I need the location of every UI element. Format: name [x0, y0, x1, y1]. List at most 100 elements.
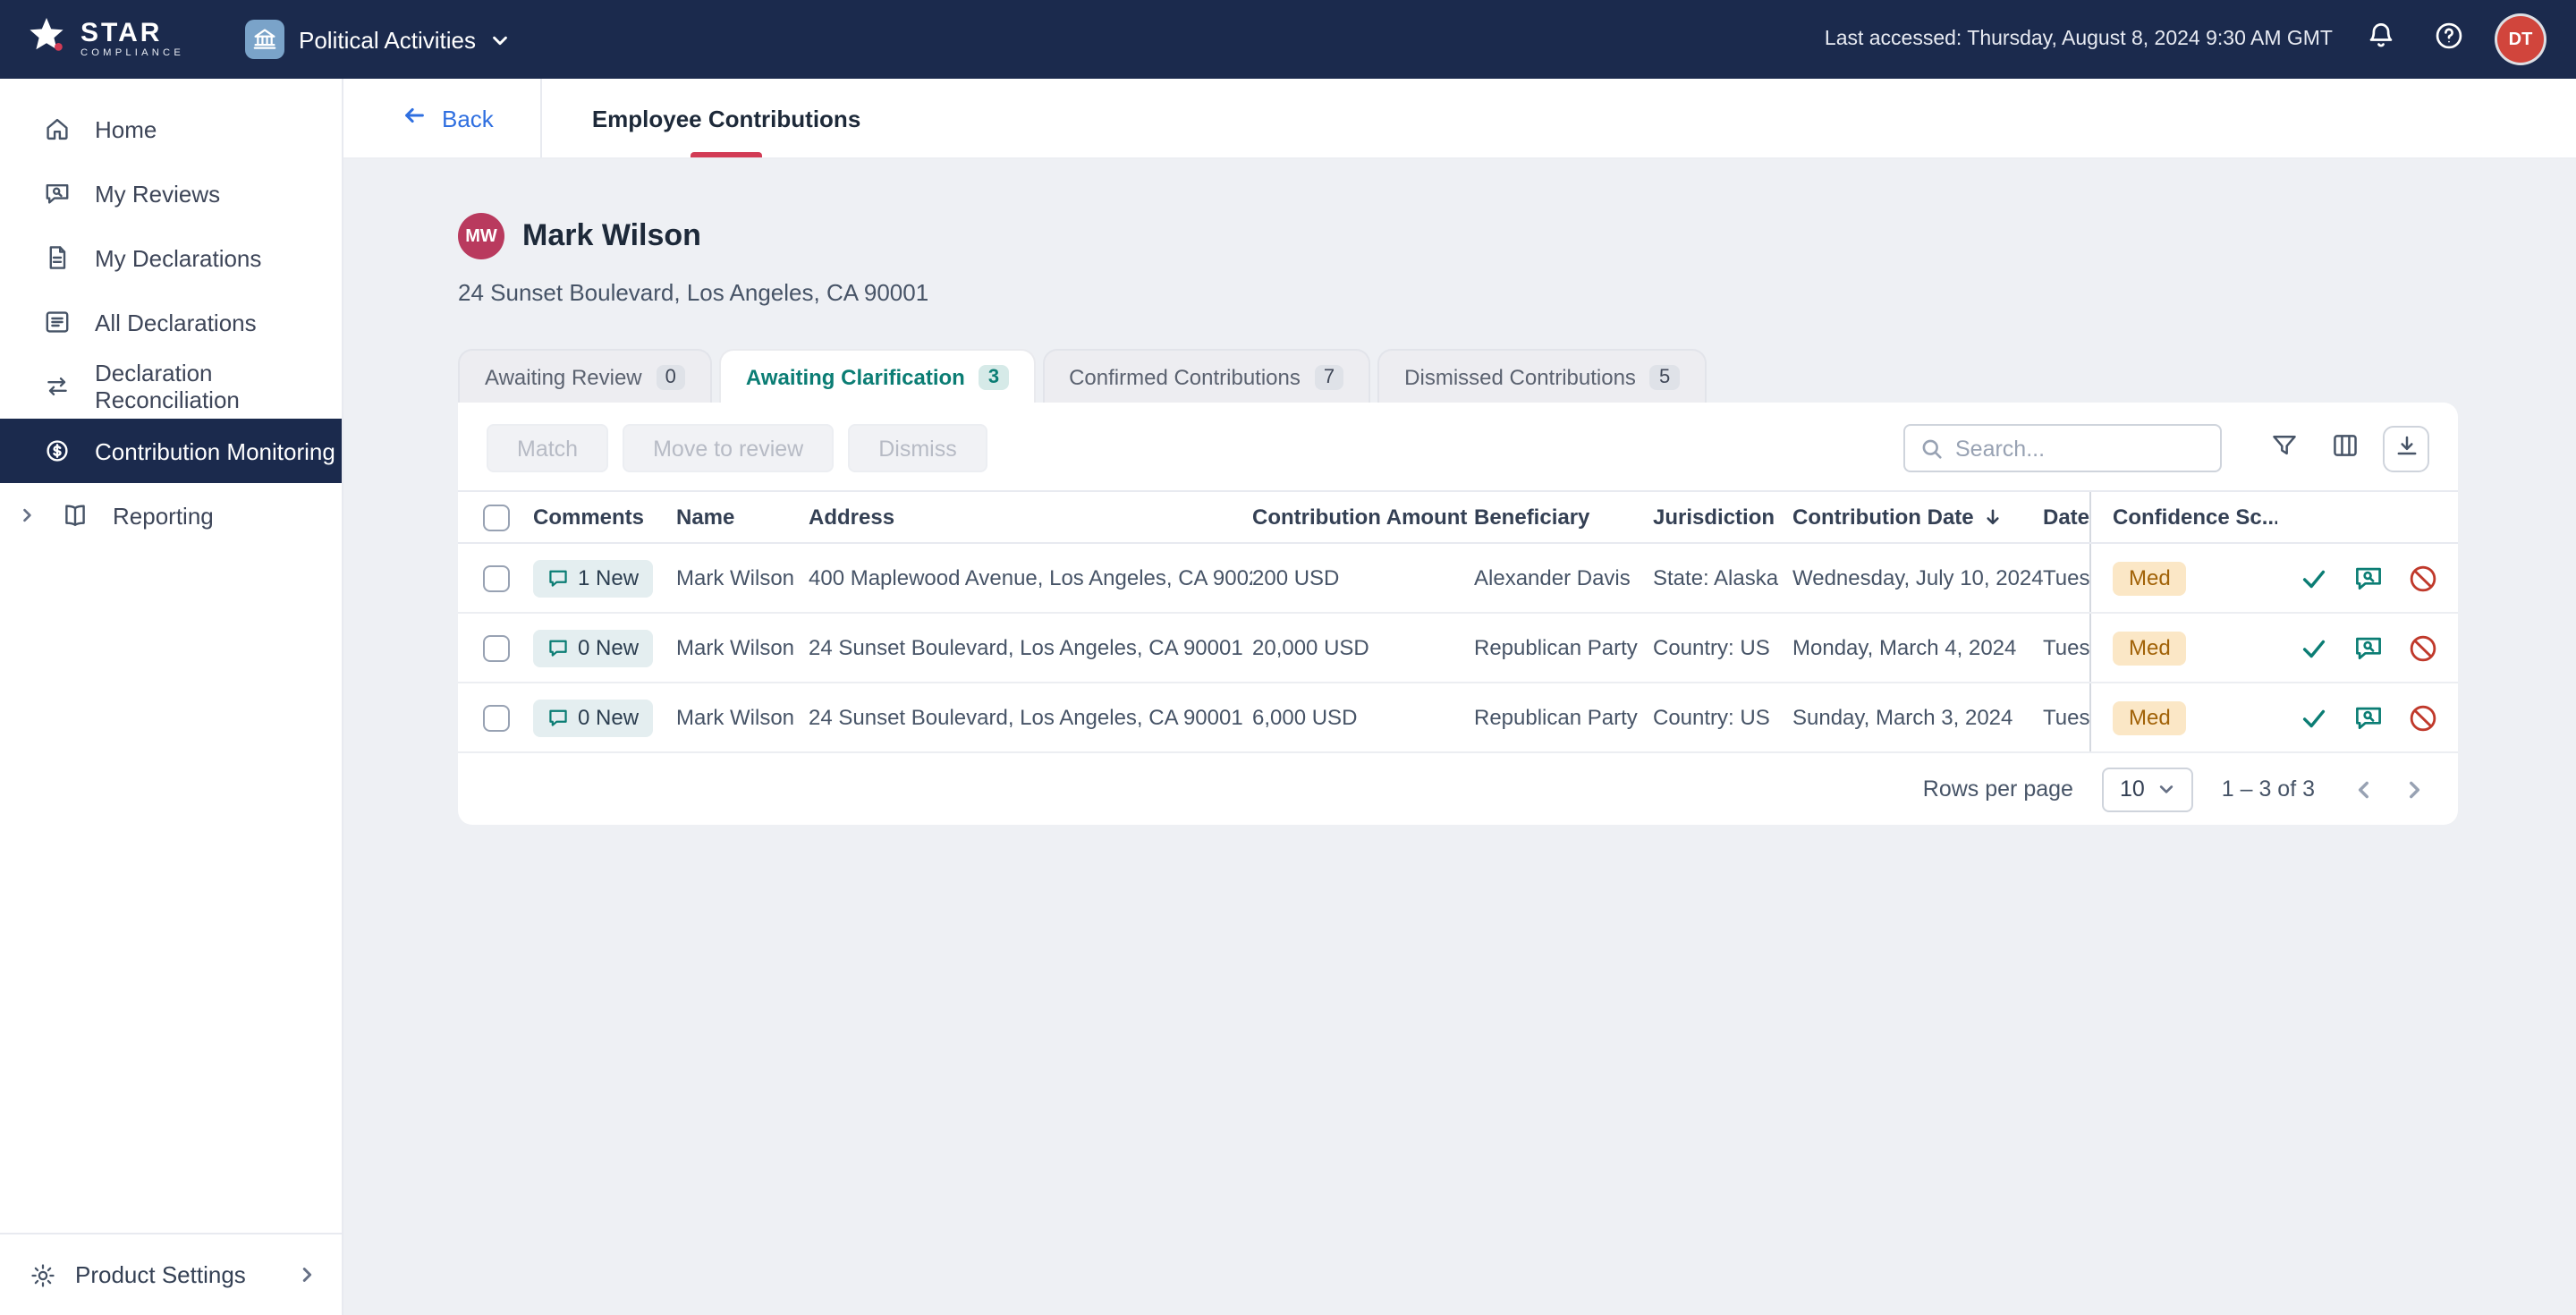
- sidebar-item-declaration-reconciliation[interactable]: Declaration Reconciliation: [0, 354, 342, 419]
- cell-date-truncated: Tuesd: [2043, 705, 2089, 730]
- active-tab-underline: [691, 152, 762, 157]
- status-tabs: Awaiting Review 0 Awaiting Clarification…: [458, 349, 2576, 403]
- help-button[interactable]: [2429, 20, 2469, 59]
- product-settings-button[interactable]: Product Settings: [0, 1233, 342, 1315]
- chevron-right-icon: [297, 1265, 317, 1285]
- table-row[interactable]: 0 New Mark Wilson 24 Sunset Boulevard, L…: [458, 614, 2458, 683]
- cell-beneficiary: Republican Party: [1474, 705, 1653, 730]
- topbar-right: Last accessed: Thursday, August 8, 2024 …: [1825, 16, 2544, 63]
- tab-dismissed-contributions[interactable]: Dismissed Contributions 5: [1377, 349, 1706, 403]
- confidence-badge: Med: [2113, 631, 2187, 665]
- previous-page-button[interactable]: [2343, 769, 2383, 809]
- brand-subname: COMPLIANCE: [80, 49, 184, 59]
- clarify-chat-icon[interactable]: [2351, 701, 2384, 734]
- cell-address: 400 Maplewood Avenue, Los Angeles, CA 90…: [809, 565, 1252, 590]
- cell-name: Mark Wilson: [676, 635, 809, 660]
- sidebar-item-all-declarations[interactable]: All Declarations: [0, 290, 342, 354]
- cell-beneficiary: Republican Party: [1474, 635, 1653, 660]
- row-actions: [2277, 544, 2458, 612]
- page-tab-label: Employee Contributions: [592, 105, 860, 132]
- sidebar: Home My Reviews My Declarations All Decl…: [0, 79, 343, 1315]
- row-checkbox[interactable]: [482, 564, 509, 591]
- header-contribution-date-sort[interactable]: Contribution Date: [1792, 505, 2029, 530]
- help-icon: [2433, 19, 2465, 60]
- product-settings-label: Product Settings: [75, 1261, 246, 1288]
- employee-name: Mark Wilson: [522, 218, 701, 254]
- cell-name: Mark Wilson: [676, 565, 809, 590]
- move-to-review-button[interactable]: Move to review: [623, 424, 834, 472]
- tab-employee-contributions[interactable]: Employee Contributions: [542, 79, 911, 157]
- cell-contribution-date: Monday, March 4, 2024: [1792, 635, 2043, 660]
- cell-amount: 200 USD: [1252, 565, 1474, 590]
- cell-date-truncated: Tuesd: [2043, 635, 2089, 660]
- book-icon: [61, 501, 89, 530]
- back-arrow-icon: [401, 102, 428, 134]
- notifications-button[interactable]: [2361, 20, 2401, 59]
- comments-count: 0 New: [578, 705, 639, 730]
- user-avatar[interactable]: DT: [2497, 16, 2544, 63]
- clarify-chat-icon[interactable]: [2351, 632, 2384, 664]
- row-checkbox[interactable]: [482, 704, 509, 731]
- match-button[interactable]: Match: [487, 424, 608, 472]
- comments-badge[interactable]: 0 New: [533, 629, 653, 666]
- bell-icon: [2365, 19, 2397, 60]
- cell-date-truncated: Tuesd: [2043, 565, 2089, 590]
- app-window: STAR COMPLIANCE Political Activities Las…: [0, 0, 2576, 1315]
- sidebar-item-label: My Reviews: [95, 180, 220, 207]
- select-all-checkbox[interactable]: [482, 504, 509, 530]
- tab-awaiting-clarification[interactable]: Awaiting Clarification 3: [719, 349, 1035, 403]
- tab-count-badge: 3: [979, 364, 1008, 389]
- row-checkbox[interactable]: [482, 634, 509, 661]
- dismiss-ban-icon[interactable]: [2407, 702, 2437, 733]
- table-pagination: Rows per page 10 1 – 3 of 3: [458, 753, 2458, 825]
- rows-per-page-select[interactable]: 10: [2102, 767, 2193, 811]
- header-date-truncated: Date: [2043, 505, 2089, 530]
- brand-logo: STAR COMPLIANCE: [25, 13, 184, 65]
- tab-awaiting-review[interactable]: Awaiting Review 0: [458, 349, 712, 403]
- back-button[interactable]: Back: [343, 79, 540, 157]
- columns-button[interactable]: [2322, 425, 2368, 471]
- download-button[interactable]: [2383, 425, 2429, 471]
- sidebar-item-reporting[interactable]: Reporting: [0, 483, 342, 547]
- topbar: STAR COMPLIANCE Political Activities Las…: [0, 0, 2576, 79]
- dismiss-ban-icon[interactable]: [2407, 632, 2437, 663]
- cell-amount: 6,000 USD: [1252, 705, 1474, 730]
- landmark-icon: [245, 20, 284, 59]
- sidebar-item-home[interactable]: Home: [0, 97, 342, 161]
- approve-check-icon[interactable]: [2298, 632, 2328, 663]
- swap-arrows-icon: [43, 372, 72, 401]
- sidebar-item-label: Reporting: [113, 502, 214, 529]
- columns-icon: [2331, 431, 2360, 465]
- clarify-chat-icon[interactable]: [2351, 562, 2384, 594]
- sort-desc-icon: [1983, 506, 2004, 528]
- approve-check-icon[interactable]: [2298, 563, 2328, 593]
- chevron-down-icon: [490, 30, 510, 49]
- cell-contribution-date: Sunday, March 3, 2024: [1792, 705, 2043, 730]
- next-page-button[interactable]: [2394, 769, 2433, 809]
- filter-button[interactable]: [2261, 425, 2308, 471]
- tab-count-badge: 5: [1650, 364, 1679, 389]
- comment-bubble-icon: [547, 707, 569, 728]
- contributions-card: Match Move to review Dismiss: [458, 403, 2458, 825]
- home-icon: [43, 115, 72, 143]
- app-switcher[interactable]: Political Activities: [245, 20, 510, 59]
- dismiss-button[interactable]: Dismiss: [848, 424, 987, 472]
- comments-badge[interactable]: 0 New: [533, 699, 653, 736]
- back-label: Back: [442, 105, 494, 132]
- sidebar-item-my-reviews[interactable]: My Reviews: [0, 161, 342, 225]
- table-row[interactable]: 1 New Mark Wilson 400 Maplewood Avenue, …: [458, 544, 2458, 614]
- header-beneficiary: Beneficiary: [1474, 505, 1653, 530]
- dismiss-ban-icon[interactable]: [2407, 563, 2437, 593]
- row-actions: [2277, 614, 2458, 682]
- tab-confirmed-contributions[interactable]: Confirmed Contributions 7: [1042, 349, 1370, 403]
- approve-check-icon[interactable]: [2298, 702, 2328, 733]
- employee-header: MW Mark Wilson: [458, 213, 2576, 259]
- header-confidence-score: Confidence Sc...: [2089, 492, 2277, 542]
- table-row[interactable]: 0 New Mark Wilson 24 Sunset Boulevard, L…: [458, 683, 2458, 753]
- sidebar-item-contribution-monitoring[interactable]: Contribution Monitoring: [0, 419, 342, 483]
- search-input[interactable]: [1905, 426, 2220, 471]
- cell-jurisdiction: Country: US: [1653, 705, 1792, 730]
- comments-badge[interactable]: 1 New: [533, 559, 653, 597]
- header-name: Name: [676, 505, 809, 530]
- sidebar-item-my-declarations[interactable]: My Declarations: [0, 225, 342, 290]
